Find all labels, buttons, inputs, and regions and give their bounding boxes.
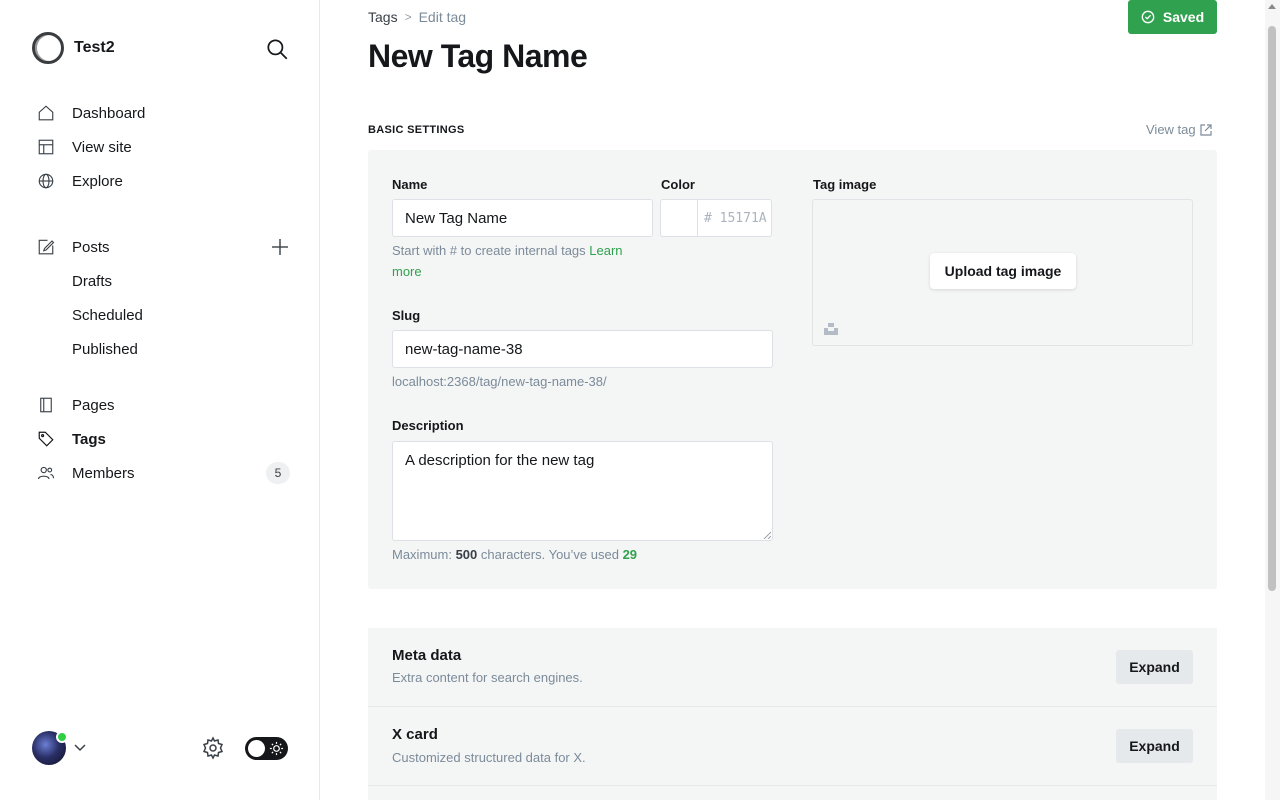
tag-icon	[36, 429, 56, 449]
content-nav: Pages Tags Members 5	[36, 388, 292, 490]
new-post-plus-icon[interactable]	[270, 237, 290, 257]
external-link-icon	[1200, 123, 1212, 136]
search-icon[interactable]	[264, 36, 290, 62]
description-value: A description for the new tag	[405, 452, 595, 469]
online-status-dot	[56, 731, 68, 743]
breadcrumb: Tags > Edit tag	[368, 9, 466, 25]
nav-label: Scheduled	[72, 306, 143, 324]
sidebar-footer	[32, 731, 288, 765]
breadcrumb-current: Edit tag	[418, 9, 467, 25]
scrollbar-thumb[interactable]	[1268, 26, 1276, 591]
breadcrumb-tags-link[interactable]: Tags	[368, 9, 398, 25]
main-nav: Dashboard View site Explore	[36, 96, 292, 198]
home-icon	[36, 103, 56, 123]
nav-view-site[interactable]: View site	[36, 130, 292, 164]
description-label: Description	[392, 418, 464, 433]
meta-data-expand-button[interactable]: Expand	[1116, 650, 1193, 684]
x-card-section: X card Customized structured data for X.…	[368, 707, 1217, 785]
site-brand[interactable]: Test2	[32, 32, 115, 64]
scrollbar[interactable]	[1265, 0, 1280, 800]
nav-dashboard[interactable]: Dashboard	[36, 96, 292, 130]
members-count-badge: 5	[266, 462, 290, 484]
saved-button[interactable]: Saved	[1128, 0, 1217, 34]
name-input[interactable]: New Tag Name	[392, 199, 653, 237]
edit-icon	[36, 237, 56, 257]
name-label: Name	[392, 177, 428, 192]
nav-label: Drafts	[72, 272, 113, 290]
globe-icon	[36, 171, 56, 191]
meta-data-subtitle: Extra content for search engines.	[392, 670, 583, 685]
nav-label: Published	[72, 340, 138, 358]
gear-icon[interactable]	[201, 736, 225, 760]
desc-hint-prefix: Maximum:	[392, 547, 452, 562]
nav-label: Pages	[72, 396, 115, 414]
section-label: Basic settings	[368, 124, 465, 136]
desc-used-count: 29	[622, 547, 638, 562]
tag-image-label: Tag image	[813, 177, 877, 192]
main-content: Tags > Edit tag Saved New Tag Name Basic…	[320, 0, 1265, 800]
saved-label: Saved	[1162, 9, 1205, 25]
toggle-knob	[248, 740, 265, 757]
name-hint-text: Start with # to create internal tags	[392, 243, 586, 258]
desc-max: 500	[455, 547, 478, 562]
sun-icon	[269, 741, 284, 756]
upload-tag-image-button[interactable]: Upload tag image	[930, 253, 1076, 289]
slug-input[interactable]: new-tag-name-38	[392, 330, 773, 368]
name-hint: Start with # to create internal tags Lea…	[392, 240, 652, 282]
meta-data-section: Meta data Extra content for search engin…	[368, 628, 1217, 706]
check-circle-icon	[1141, 10, 1155, 24]
color-label: Color	[661, 177, 695, 192]
chevron-down-icon[interactable]	[72, 739, 88, 755]
nav-label: Tags	[72, 430, 106, 448]
scroll-up-arrow[interactable]	[1268, 4, 1276, 9]
dark-mode-toggle[interactable]	[245, 737, 288, 760]
nav-label: Dashboard	[72, 104, 146, 122]
nav-label: View site	[72, 138, 132, 156]
nav-scheduled[interactable]: Scheduled	[36, 298, 292, 332]
color-hash: #	[704, 210, 712, 226]
nav-drafts[interactable]: Drafts	[36, 264, 292, 298]
slug-url: localhost:2368/tag/new-tag-name-38/	[392, 374, 607, 389]
nav-label: Explore	[72, 172, 123, 190]
sidebar: Test2 Dashboard View site Explore Posts …	[0, 0, 320, 800]
x-card-subtitle: Customized structured data for X.	[392, 750, 586, 765]
slug-label: Slug	[392, 308, 421, 323]
nav-posts[interactable]: Posts	[36, 230, 292, 264]
nav-label: Members	[72, 464, 135, 482]
page-title: New Tag Name	[368, 38, 588, 74]
meta-data-title: Meta data	[392, 647, 462, 664]
posts-nav: Posts Drafts Scheduled Published	[36, 230, 292, 366]
view-tag-label: View tag	[1146, 122, 1196, 137]
description-hint: Maximum: 500 characters. You’ve used 29	[392, 544, 637, 565]
color-swatch[interactable]	[660, 199, 698, 237]
nav-tags[interactable]: Tags	[36, 422, 292, 456]
members-icon	[36, 463, 56, 483]
view-tag-link[interactable]: View tag	[1146, 122, 1212, 137]
color-placeholder: 15171A	[719, 210, 767, 226]
nav-label: Posts	[72, 238, 110, 256]
layout-icon	[36, 137, 56, 157]
next-section-edge	[368, 786, 1217, 800]
resize-handle-icon[interactable]	[763, 531, 771, 539]
nav-members[interactable]: Members 5	[36, 456, 292, 490]
page-icon	[36, 395, 56, 415]
x-card-title: X card	[392, 726, 438, 743]
site-logo	[32, 32, 64, 64]
nav-published[interactable]: Published	[36, 332, 292, 366]
breadcrumb-separator: >	[404, 10, 412, 24]
desc-hint-mid: characters. You’ve used	[480, 547, 619, 562]
unsplash-icon[interactable]	[824, 322, 838, 336]
nav-pages[interactable]: Pages	[36, 388, 292, 422]
nav-explore[interactable]: Explore	[36, 164, 292, 198]
tag-image-dropzone[interactable]: Upload tag image	[812, 199, 1193, 346]
x-card-expand-button[interactable]: Expand	[1116, 729, 1193, 763]
basic-settings-panel: Name New Tag Name Start with # to create…	[368, 150, 1217, 589]
site-name: Test2	[74, 39, 115, 56]
description-textarea[interactable]: A description for the new tag	[392, 441, 773, 541]
color-hex-input[interactable]: # 15171A	[697, 199, 772, 237]
